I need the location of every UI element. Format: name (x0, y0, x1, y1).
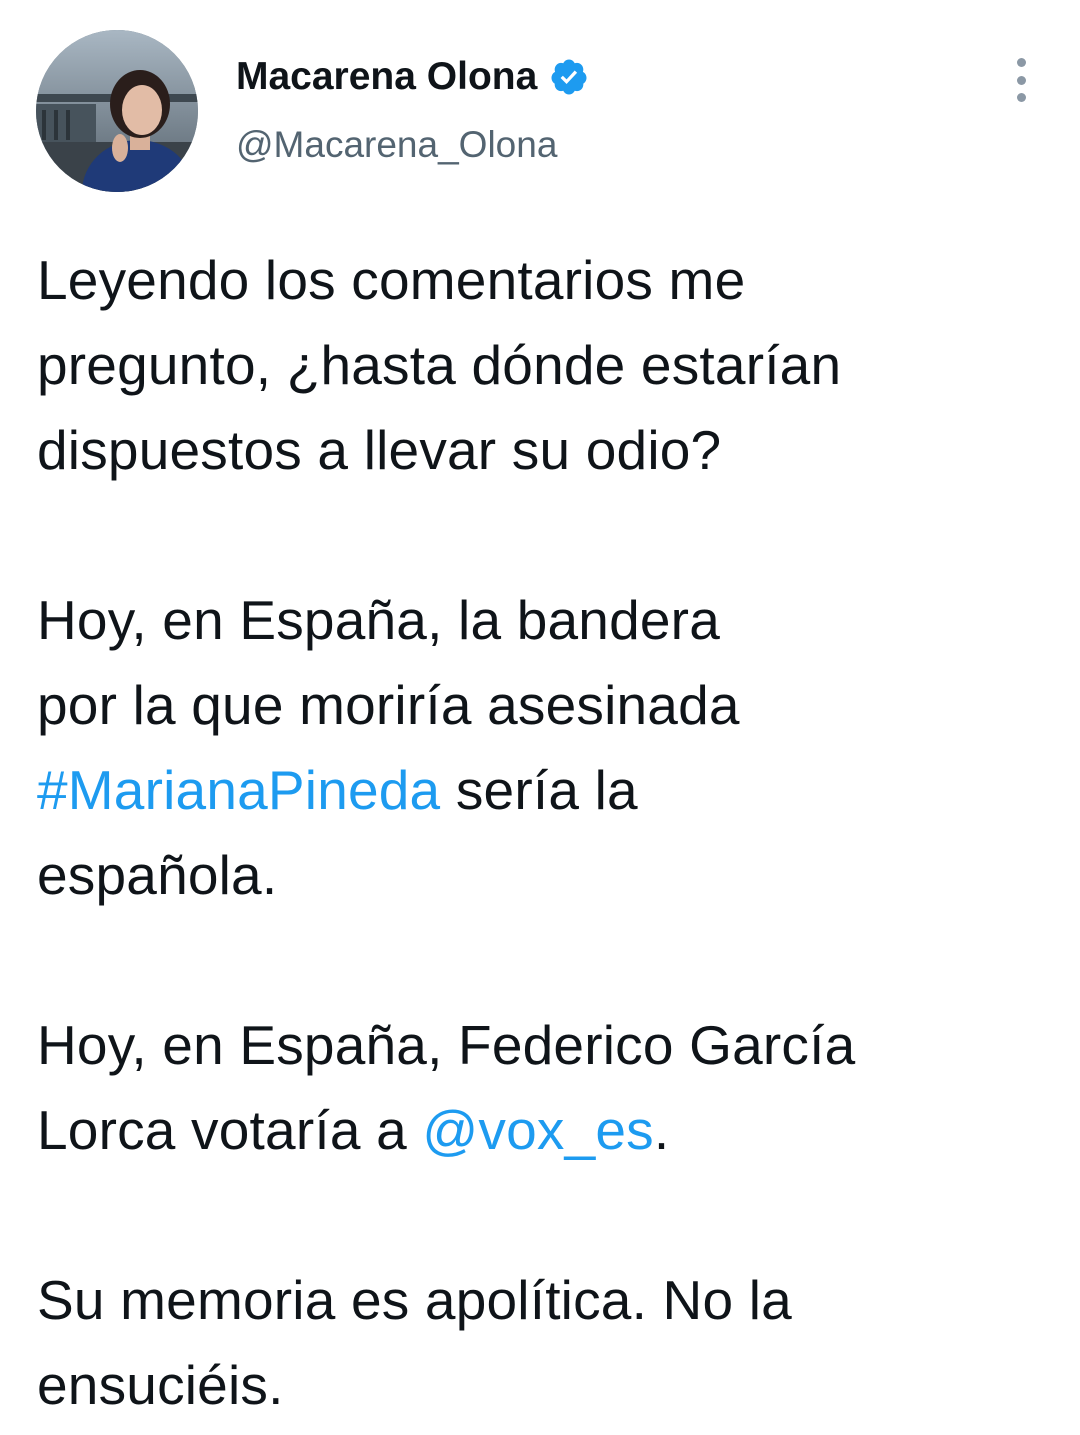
author-display-name[interactable]: Macarena Olona (236, 55, 537, 99)
verified-badge-icon (549, 57, 589, 97)
tweet-line: española. (37, 844, 278, 906)
avatar[interactable] (36, 30, 198, 192)
tweet-line: ensuciéis. (37, 1354, 284, 1416)
more-dot (1016, 58, 1026, 67)
mention-link[interactable]: @vox_es (422, 1099, 654, 1161)
tweet-paragraph: Hoy, en España, Federico García Lorca vot… (37, 1003, 1047, 1173)
tweet-line: Hoy, en España, la bandera (37, 589, 720, 651)
tweet-paragraph: Su memoria es apolítica. No la ensuciéis. (37, 1258, 1047, 1428)
tweet-paragraph: Leyendo los comentarios me pregunto, ¿has… (37, 238, 1047, 493)
tweet-line: Hoy, en España, Federico García (37, 1014, 856, 1076)
tweet-line: dispuestos a llevar su odio? (37, 419, 722, 481)
more-options-icon[interactable] (1006, 58, 1036, 102)
tweet-line: sería la (440, 759, 638, 821)
tweet-line: Su memoria es apolítica. No la (37, 1269, 792, 1331)
more-dot (1016, 93, 1026, 102)
tweet-line: pregunto, ¿hasta dónde estarían (37, 334, 842, 396)
tweet-line: Lorca votaría a (37, 1099, 423, 1161)
tweet-line: Leyendo los comentarios me (37, 249, 746, 311)
hashtag-link[interactable]: #MarianaPineda (37, 759, 440, 821)
tweet-paragraph: Hoy, en España, la bandera por la que mor… (37, 578, 1047, 918)
profile-photo (36, 30, 198, 192)
more-dot (1016, 75, 1026, 85)
tweet-text: Leyendo los comentarios me pregunto, ¿has… (37, 238, 1047, 1428)
author-handle[interactable]: @Macarena_Olona (236, 124, 557, 166)
tweet-line: . (653, 1099, 670, 1161)
tweet-header: Macarena Olona @Macarena_Olona (0, 0, 1080, 200)
author-name-row[interactable]: Macarena Olona (236, 52, 589, 102)
tweet-line: por la que moriría asesinada (37, 674, 740, 736)
